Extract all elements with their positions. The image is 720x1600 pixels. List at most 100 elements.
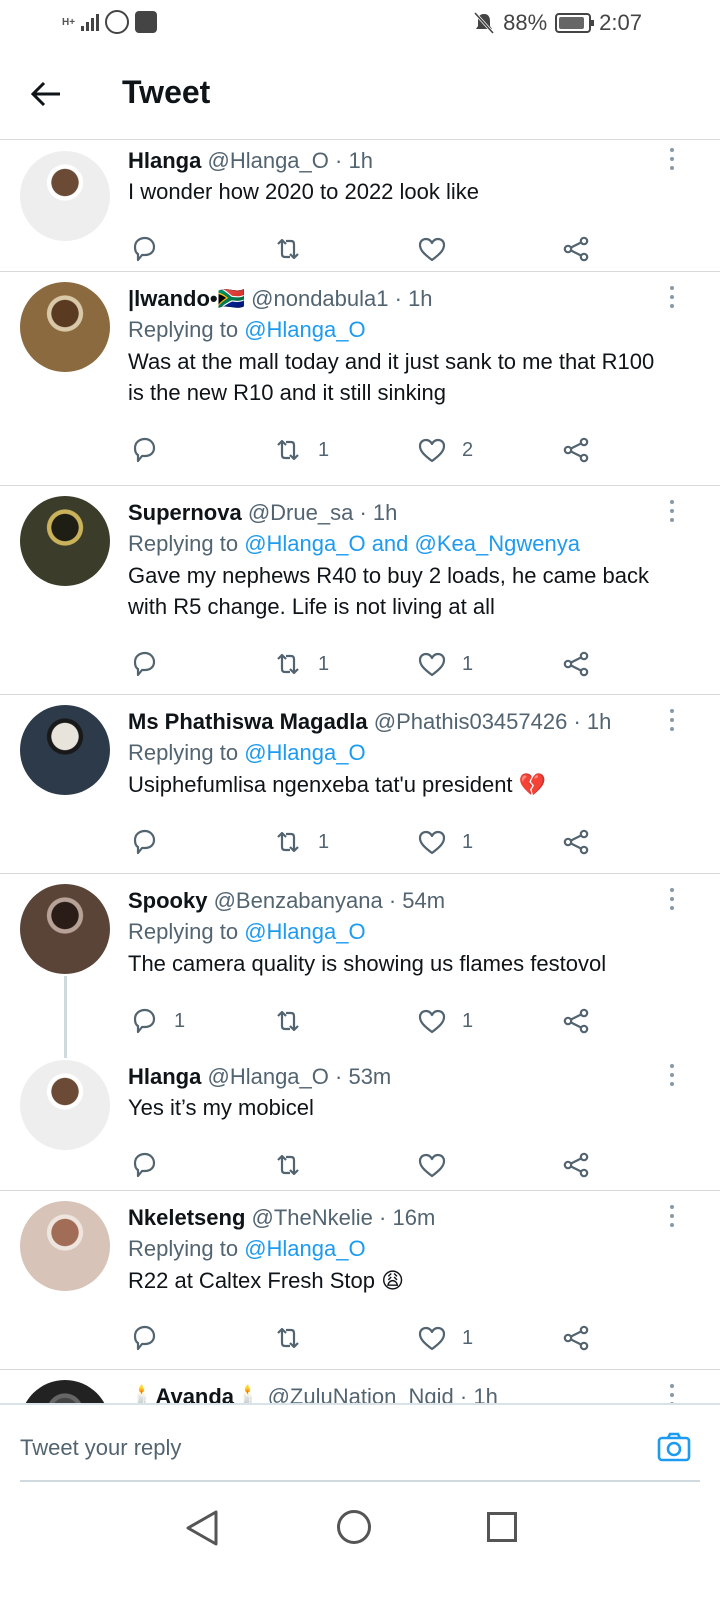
more-options-icon[interactable] <box>668 286 676 312</box>
retweet-icon <box>277 238 299 260</box>
more-options-icon[interactable] <box>668 888 676 914</box>
mention-link[interactable]: @Hlanga_O and @Kea_Ngwenya <box>244 531 580 556</box>
more-options-icon[interactable] <box>668 148 676 174</box>
like-count: 1 <box>462 1326 474 1349</box>
user-handle[interactable]: @ZuluNation_Ngid <box>268 1384 454 1403</box>
tweet-actions: 11 <box>128 1005 608 1039</box>
display-name[interactable]: 🕯️Avanda🕯️ <box>128 1384 261 1403</box>
retweet-button[interactable]: 1 <box>272 648 329 680</box>
retweet-count: 1 <box>318 438 330 461</box>
display-name[interactable]: |lwando•🇿🇦 <box>128 286 245 311</box>
retweet-icon <box>277 1327 299 1349</box>
reply-composer[interactable]: Tweet your reply <box>0 1403 720 1481</box>
reply-button[interactable] <box>128 1322 174 1354</box>
status-bar: H+ 88% 2:07 <box>0 0 720 48</box>
back-arrow-icon[interactable] <box>28 76 64 112</box>
user-handle[interactable]: @Hlanga_O <box>207 148 328 173</box>
like-count: 1 <box>462 830 474 853</box>
heart-icon <box>418 438 446 463</box>
more-options-icon[interactable] <box>668 709 676 735</box>
avatar[interactable] <box>20 1380 110 1403</box>
more-options-icon[interactable] <box>668 1205 676 1231</box>
avatar[interactable] <box>20 1060 110 1150</box>
avatar[interactable] <box>20 1201 110 1291</box>
tweet-text: Gave my nephews R40 to buy 2 loads, he c… <box>128 563 649 619</box>
avatar[interactable] <box>20 884 110 974</box>
tweet[interactable]: Nkeletseng @TheNkelie · 16m Replying to @… <box>0 1191 720 1370</box>
tweet[interactable]: Supernova @Drue_sa · 1h Replying to @Hlan… <box>0 486 720 695</box>
top-app-bar: Tweet <box>0 48 720 140</box>
user-handle[interactable]: @Hlanga_O <box>207 1064 328 1089</box>
nav-home-icon[interactable] <box>337 1510 371 1544</box>
reply-count: 1 <box>174 1009 186 1032</box>
like-button[interactable]: 1 <box>416 1322 473 1354</box>
tweet-text: I wonder how 2020 to 2022 look like <box>128 179 480 204</box>
display-name[interactable]: Spooky <box>128 888 207 913</box>
reply-button[interactable] <box>128 826 174 858</box>
like-button[interactable] <box>416 233 462 265</box>
like-button[interactable]: 2 <box>416 434 473 466</box>
reply-button[interactable]: 1 <box>128 1005 185 1037</box>
system-nav-bar <box>0 1490 720 1600</box>
retweet-button[interactable] <box>272 1149 318 1181</box>
user-handle[interactable]: @Phathis03457426 <box>374 709 568 734</box>
more-options-icon[interactable] <box>668 500 676 526</box>
share-button[interactable] <box>560 233 592 265</box>
tweet[interactable]: Hlanga @Hlanga_O · 53m Yes it’s my mobice… <box>0 1050 720 1191</box>
user-handle[interactable]: @nondabula1 <box>251 286 388 311</box>
display-name[interactable]: Hlanga <box>128 148 201 173</box>
reply-button[interactable] <box>128 1149 174 1181</box>
tweet[interactable]: |lwando•🇿🇦 @nondabula1 · 1h Replying to @… <box>0 272 720 486</box>
like-button[interactable] <box>416 1149 462 1181</box>
reply-button[interactable] <box>128 434 174 466</box>
more-options-icon[interactable] <box>668 1384 676 1403</box>
share-button[interactable] <box>560 826 592 858</box>
mention-link[interactable]: @Hlanga_O <box>244 740 365 765</box>
tweet-header: Nkeletseng @TheNkelie · 16m <box>128 1205 436 1230</box>
user-handle[interactable]: @Drue_sa <box>248 500 354 525</box>
reply-underline <box>20 1480 700 1482</box>
tweet[interactable]: Spooky @Benzabanyana · 54m Replying to @H… <box>0 874 720 1050</box>
mention-link[interactable]: @Hlanga_O <box>244 919 365 944</box>
tweet-text: Was at the mall today and it just sank t… <box>128 349 655 405</box>
avatar[interactable] <box>20 282 110 372</box>
reply-button[interactable] <box>128 233 174 265</box>
mention-link[interactable]: @Hlanga_O <box>244 317 365 342</box>
like-button[interactable]: 1 <box>416 1005 473 1037</box>
share-button[interactable] <box>560 1005 592 1037</box>
whatsapp-icon <box>105 10 130 34</box>
retweet-button[interactable]: 1 <box>272 826 329 858</box>
avatar[interactable] <box>20 705 110 795</box>
like-button[interactable]: 1 <box>416 826 473 858</box>
reply-icon <box>133 1325 156 1351</box>
retweet-button[interactable]: 1 <box>272 434 329 466</box>
tweet[interactable]: 🕯️Avanda🕯️ @ZuluNation_Ngid · 1h <box>0 1370 720 1403</box>
tweet[interactable]: Hlanga @Hlanga_O · 1h I wonder how 2020 t… <box>0 141 720 272</box>
avatar[interactable] <box>20 496 110 586</box>
display-name[interactable]: Ms Phathiswa Magadla <box>128 709 368 734</box>
more-options-icon[interactable] <box>668 1064 676 1090</box>
display-name[interactable]: Supernova <box>128 500 242 525</box>
avatar[interactable] <box>20 151 110 241</box>
display-name[interactable]: Nkeletseng <box>128 1205 245 1230</box>
display-name[interactable]: Hlanga <box>128 1064 201 1089</box>
retweet-button[interactable] <box>272 233 318 265</box>
share-button[interactable] <box>560 434 592 466</box>
retweet-button[interactable] <box>272 1322 318 1354</box>
camera-icon[interactable] <box>656 1429 692 1465</box>
mention-link[interactable]: @Hlanga_O <box>244 1236 365 1261</box>
nav-recents-icon[interactable] <box>487 1512 517 1542</box>
tweet[interactable]: Ms Phathiswa Magadla @Phathis03457426 · … <box>0 695 720 874</box>
share-button[interactable] <box>560 1149 592 1181</box>
user-handle[interactable]: @Benzabanyana <box>214 888 383 913</box>
heart-icon <box>418 830 446 855</box>
reply-input[interactable]: Tweet your reply <box>20 1435 181 1461</box>
share-button[interactable] <box>560 1322 592 1354</box>
nav-back-icon[interactable] <box>184 1508 220 1548</box>
share-button[interactable] <box>560 648 592 680</box>
retweet-button[interactable] <box>272 1005 318 1037</box>
like-button[interactable]: 1 <box>416 648 473 680</box>
user-handle[interactable]: @TheNkelie <box>252 1205 373 1230</box>
reply-button[interactable] <box>128 648 174 680</box>
reply-feed[interactable]: Hlanga @Hlanga_O · 1h I wonder how 2020 t… <box>0 141 720 1403</box>
